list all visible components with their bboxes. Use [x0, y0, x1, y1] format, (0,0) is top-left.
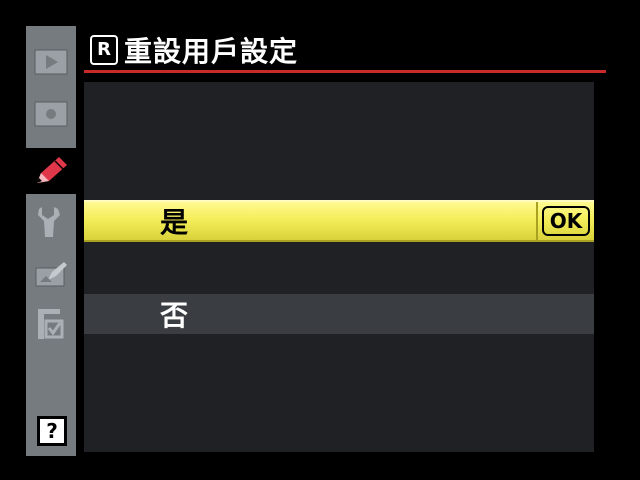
sidebar-item-retouch[interactable]	[26, 252, 76, 296]
help-button[interactable]: ?	[37, 416, 67, 446]
my-menu-icon	[36, 307, 66, 341]
playback-icon	[34, 49, 68, 75]
menu-sidebar: ?	[26, 26, 76, 456]
help-icon: ?	[40, 419, 64, 443]
setup-wrench-icon	[36, 205, 66, 239]
header-divider	[84, 70, 606, 73]
sidebar-item-shooting[interactable]	[26, 92, 76, 136]
camera-menu-screen: ? R 重設用戶設定 是 OK 否	[0, 0, 640, 480]
option-label: 否	[160, 299, 189, 332]
sidebar-item-setup[interactable]	[26, 200, 76, 244]
page-title: 重設用戶設定	[124, 35, 299, 68]
ok-confirm-badge[interactable]: OK	[542, 206, 590, 236]
sidebar-item-playback[interactable]	[26, 40, 76, 84]
menu-header: R 重設用戶設定	[84, 26, 606, 74]
option-label: 是	[160, 206, 189, 239]
divider	[536, 202, 538, 240]
retouch-icon	[34, 260, 68, 288]
options-panel: 是 OK 否	[84, 82, 594, 452]
mode-badge: R	[90, 35, 118, 65]
option-no[interactable]: 否	[84, 294, 594, 334]
sidebar-item-custom-settings[interactable]	[26, 148, 76, 194]
option-yes[interactable]: 是 OK	[84, 200, 594, 242]
custom-settings-pencil-icon	[31, 153, 71, 189]
shooting-icon	[34, 101, 68, 127]
sidebar-item-my-menu[interactable]	[26, 302, 76, 346]
